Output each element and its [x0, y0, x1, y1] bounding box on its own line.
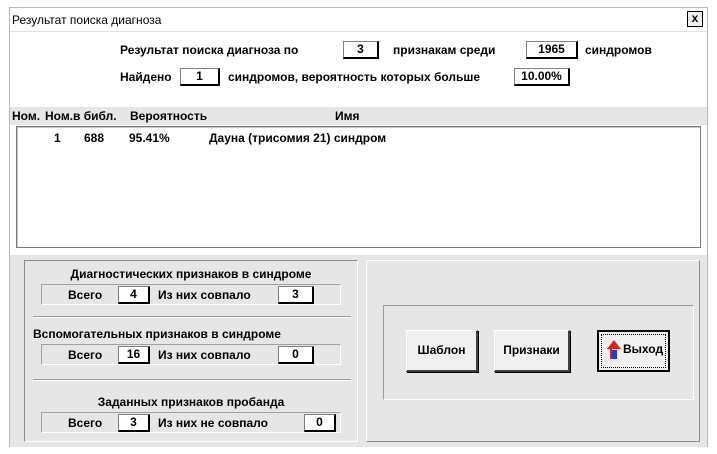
summary-line2-prefix: Найдено	[120, 70, 172, 84]
auxiliary-features-frame: Всего 16 Из них совпало 0	[41, 344, 341, 365]
aux-total-field: 16	[118, 346, 150, 364]
table-header: Ном. Ном.в библ. Вероятность Имя	[10, 107, 707, 125]
template-button[interactable]: Шаблон	[406, 330, 478, 372]
aux-match-label: Из них совпало	[158, 348, 251, 362]
proband-mismatch-field: 0	[304, 414, 336, 432]
diag-match-field: 3	[278, 286, 314, 304]
proband-features-title: Заданных признаков пробанда	[97, 395, 285, 409]
features-button[interactable]: Признаки	[494, 330, 570, 372]
summary-line1-mid: признакам среди	[393, 43, 496, 57]
row-lib-num: 688	[84, 131, 105, 145]
diagnostic-features-title: Диагностических признаков в синдроме	[70, 267, 312, 281]
threshold-field: 10.00%	[514, 68, 570, 86]
proband-features-frame: Всего 3 Из них не совпало 0	[41, 412, 341, 433]
exit-button-label: Выход	[623, 342, 664, 356]
aux-total-label: Всего	[68, 348, 103, 362]
row-name: Дауна (трисомия 21) синдром	[209, 131, 387, 145]
proband-mismatch-label: Из них не совпало	[158, 416, 268, 430]
proband-total-field: 3	[118, 414, 150, 432]
summary-line1-suffix: синдромов	[585, 43, 652, 57]
diag-match-label: Из них совпало	[158, 288, 251, 302]
close-icon: x	[691, 11, 699, 25]
diag-total-field: 4	[118, 286, 150, 304]
separator	[33, 379, 351, 381]
found-count-field: 1	[180, 68, 220, 86]
table-row[interactable]: 1 688 95.41% Дауна (трисомия 21) синдром	[17, 131, 700, 147]
exit-button[interactable]: Выход	[597, 330, 670, 372]
aux-match-field: 0	[278, 346, 314, 364]
buttons-frame: Шаблон Признаки Выход	[383, 305, 694, 400]
column-header-num[interactable]: Ном.	[12, 109, 40, 123]
separator	[33, 316, 351, 318]
column-header-probability[interactable]: Вероятность	[130, 109, 207, 123]
actions-panel: Шаблон Признаки Выход	[366, 260, 700, 442]
features-count-field: 3	[343, 41, 379, 59]
syndromes-total-field: 1965	[526, 41, 578, 59]
close-button[interactable]: x	[687, 11, 703, 27]
row-num: 1	[54, 131, 61, 145]
results-list[interactable]: 1 688 95.41% Дауна (трисомия 21) синдром	[16, 126, 701, 248]
statistics-panel: Диагностических признаков в синдроме Все…	[24, 260, 358, 442]
diag-total-label: Всего	[68, 288, 103, 302]
summary-line1-prefix: Результат поиска диагноза по	[120, 43, 299, 57]
diagnostic-features-frame: Всего 4 Из них совпало 3	[41, 284, 341, 305]
summary-line2-mid: синдромов, вероятность которых больше	[228, 70, 481, 84]
column-header-name[interactable]: Имя	[335, 109, 360, 123]
window-title: Результат поиска диагноза	[12, 13, 162, 27]
proband-total-label: Всего	[68, 416, 103, 430]
row-probability: 95.41%	[129, 131, 170, 145]
title-bar: Результат поиска диагноза x	[10, 8, 707, 32]
auxiliary-features-title: Вспомогательных признаков в синдроме	[33, 327, 281, 341]
column-header-lib-num[interactable]: Ном.в библ.	[45, 109, 117, 123]
exit-arrow-icon	[607, 340, 621, 359]
